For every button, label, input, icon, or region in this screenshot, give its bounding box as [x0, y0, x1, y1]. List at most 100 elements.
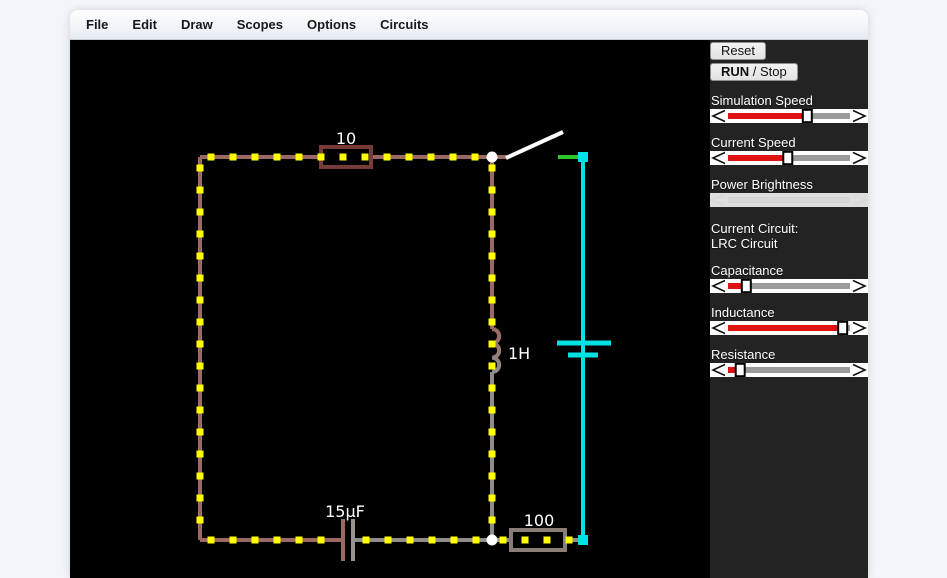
- capacitance-control: Capacitance: [710, 264, 868, 293]
- reset-button[interactable]: Reset: [710, 42, 766, 60]
- current-dot: [318, 537, 325, 544]
- current-dot: [450, 154, 457, 161]
- circuit-canvas[interactable]: 101H15µF100: [70, 40, 710, 578]
- current-dot: [429, 537, 436, 544]
- selected-node[interactable]: [578, 535, 588, 545]
- current-dot: [197, 407, 204, 414]
- current-dot: [566, 537, 573, 544]
- slider-thumb[interactable]: [742, 280, 751, 292]
- slider-resistance[interactable]: [710, 363, 868, 377]
- current-speed-control: Current Speed: [710, 136, 868, 165]
- current-dot: [363, 537, 370, 544]
- slider-track[interactable]: [728, 367, 850, 373]
- junction-node[interactable]: [487, 535, 498, 546]
- current-dot: [489, 231, 496, 238]
- current-circuit-info: Current Circuit: LRC Circuit: [711, 221, 868, 251]
- component-label: 10: [336, 129, 356, 148]
- current-dot: [197, 187, 204, 194]
- workspace: 101H15µF100 Reset RUN / Stop Simulation …: [70, 40, 868, 578]
- run-label: RUN: [721, 64, 749, 79]
- run-stop-button[interactable]: RUN / Stop: [710, 63, 798, 81]
- slider-widget[interactable]: [710, 363, 868, 377]
- slider-widget: [710, 193, 868, 207]
- current-dot: [489, 297, 496, 304]
- menu-item-draw[interactable]: Draw: [181, 17, 213, 32]
- current-speed-label: Current Speed: [711, 136, 868, 150]
- resistor-100[interactable]: [511, 530, 565, 550]
- stop-label: / Stop: [749, 64, 787, 79]
- menu-item-scopes[interactable]: Scopes: [237, 17, 283, 32]
- current-dot: [197, 341, 204, 348]
- slider-capacitance[interactable]: [710, 279, 868, 293]
- current-dot: [489, 451, 496, 458]
- capacitance-label: Capacitance: [711, 264, 868, 278]
- slider-thumb[interactable]: [803, 110, 812, 122]
- slider-inductance[interactable]: [710, 321, 868, 335]
- current-dot: [197, 473, 204, 480]
- current-dot: [340, 154, 347, 161]
- current-dot: [197, 165, 204, 172]
- current-dot: [489, 165, 496, 172]
- current-dot: [197, 231, 204, 238]
- slider-widget[interactable]: [710, 151, 868, 165]
- current-dot: [230, 537, 237, 544]
- power-brightness-control: Power Brightness: [710, 178, 868, 207]
- component-label: 1H: [508, 344, 530, 363]
- current-dot: [197, 363, 204, 370]
- current-dot: [252, 154, 259, 161]
- slider-widget[interactable]: [710, 109, 868, 123]
- slider-thumb[interactable]: [838, 322, 847, 334]
- current-dot: [318, 154, 325, 161]
- current-dot: [489, 209, 496, 216]
- junction-node[interactable]: [487, 152, 498, 163]
- menu-item-file[interactable]: File: [86, 17, 108, 32]
- circuit-drawing[interactable]: 101H15µF100: [70, 40, 710, 578]
- current-dot: [489, 275, 496, 282]
- component-label: 15µF: [325, 502, 365, 521]
- current-dot: [197, 495, 204, 502]
- menu-item-edit[interactable]: Edit: [132, 17, 157, 32]
- current-dot: [472, 154, 479, 161]
- current-dot: [489, 363, 496, 370]
- resistance-label: Resistance: [711, 348, 868, 362]
- control-sidebar: Reset RUN / Stop Simulation Speed Curren…: [710, 40, 868, 578]
- current-dot: [362, 154, 369, 161]
- slider-current-speed[interactable]: [710, 151, 868, 165]
- current-dot: [522, 537, 529, 544]
- current-dot: [197, 429, 204, 436]
- slider-thumb[interactable]: [783, 152, 792, 164]
- menu-item-options[interactable]: Options: [307, 17, 356, 32]
- selected-node[interactable]: [578, 152, 588, 162]
- current-dot: [296, 537, 303, 544]
- inductance-control: Inductance: [710, 306, 868, 335]
- slider-widget[interactable]: [710, 321, 868, 335]
- menu-item-circuits[interactable]: Circuits: [380, 17, 428, 32]
- slider-fill: [728, 325, 843, 331]
- current-dot: [197, 253, 204, 260]
- current-dot: [208, 154, 215, 161]
- slider-track: [728, 197, 850, 203]
- current-circuit-label: Current Circuit:: [711, 221, 868, 236]
- current-dot: [274, 537, 281, 544]
- current-dot: [451, 537, 458, 544]
- current-dot: [197, 385, 204, 392]
- slider-widget[interactable]: [710, 279, 868, 293]
- slider-thumb[interactable]: [736, 364, 745, 376]
- resistance-control: Resistance: [710, 348, 868, 377]
- slider-simulation-speed[interactable]: [710, 109, 868, 123]
- switch-blade[interactable]: [506, 132, 563, 158]
- current-dot: [406, 154, 413, 161]
- current-dot: [489, 517, 496, 524]
- current-dot: [208, 537, 215, 544]
- current-dot: [489, 385, 496, 392]
- inductance-label: Inductance: [711, 306, 868, 320]
- current-dot: [274, 154, 281, 161]
- simulation-speed-label: Simulation Speed: [711, 94, 868, 108]
- current-dot: [489, 253, 496, 260]
- current-dot: [384, 154, 391, 161]
- slider-fill: [728, 113, 807, 119]
- current-dot: [230, 154, 237, 161]
- current-circuit-name: LRC Circuit: [711, 236, 868, 251]
- current-dot: [407, 537, 414, 544]
- current-dot: [489, 407, 496, 414]
